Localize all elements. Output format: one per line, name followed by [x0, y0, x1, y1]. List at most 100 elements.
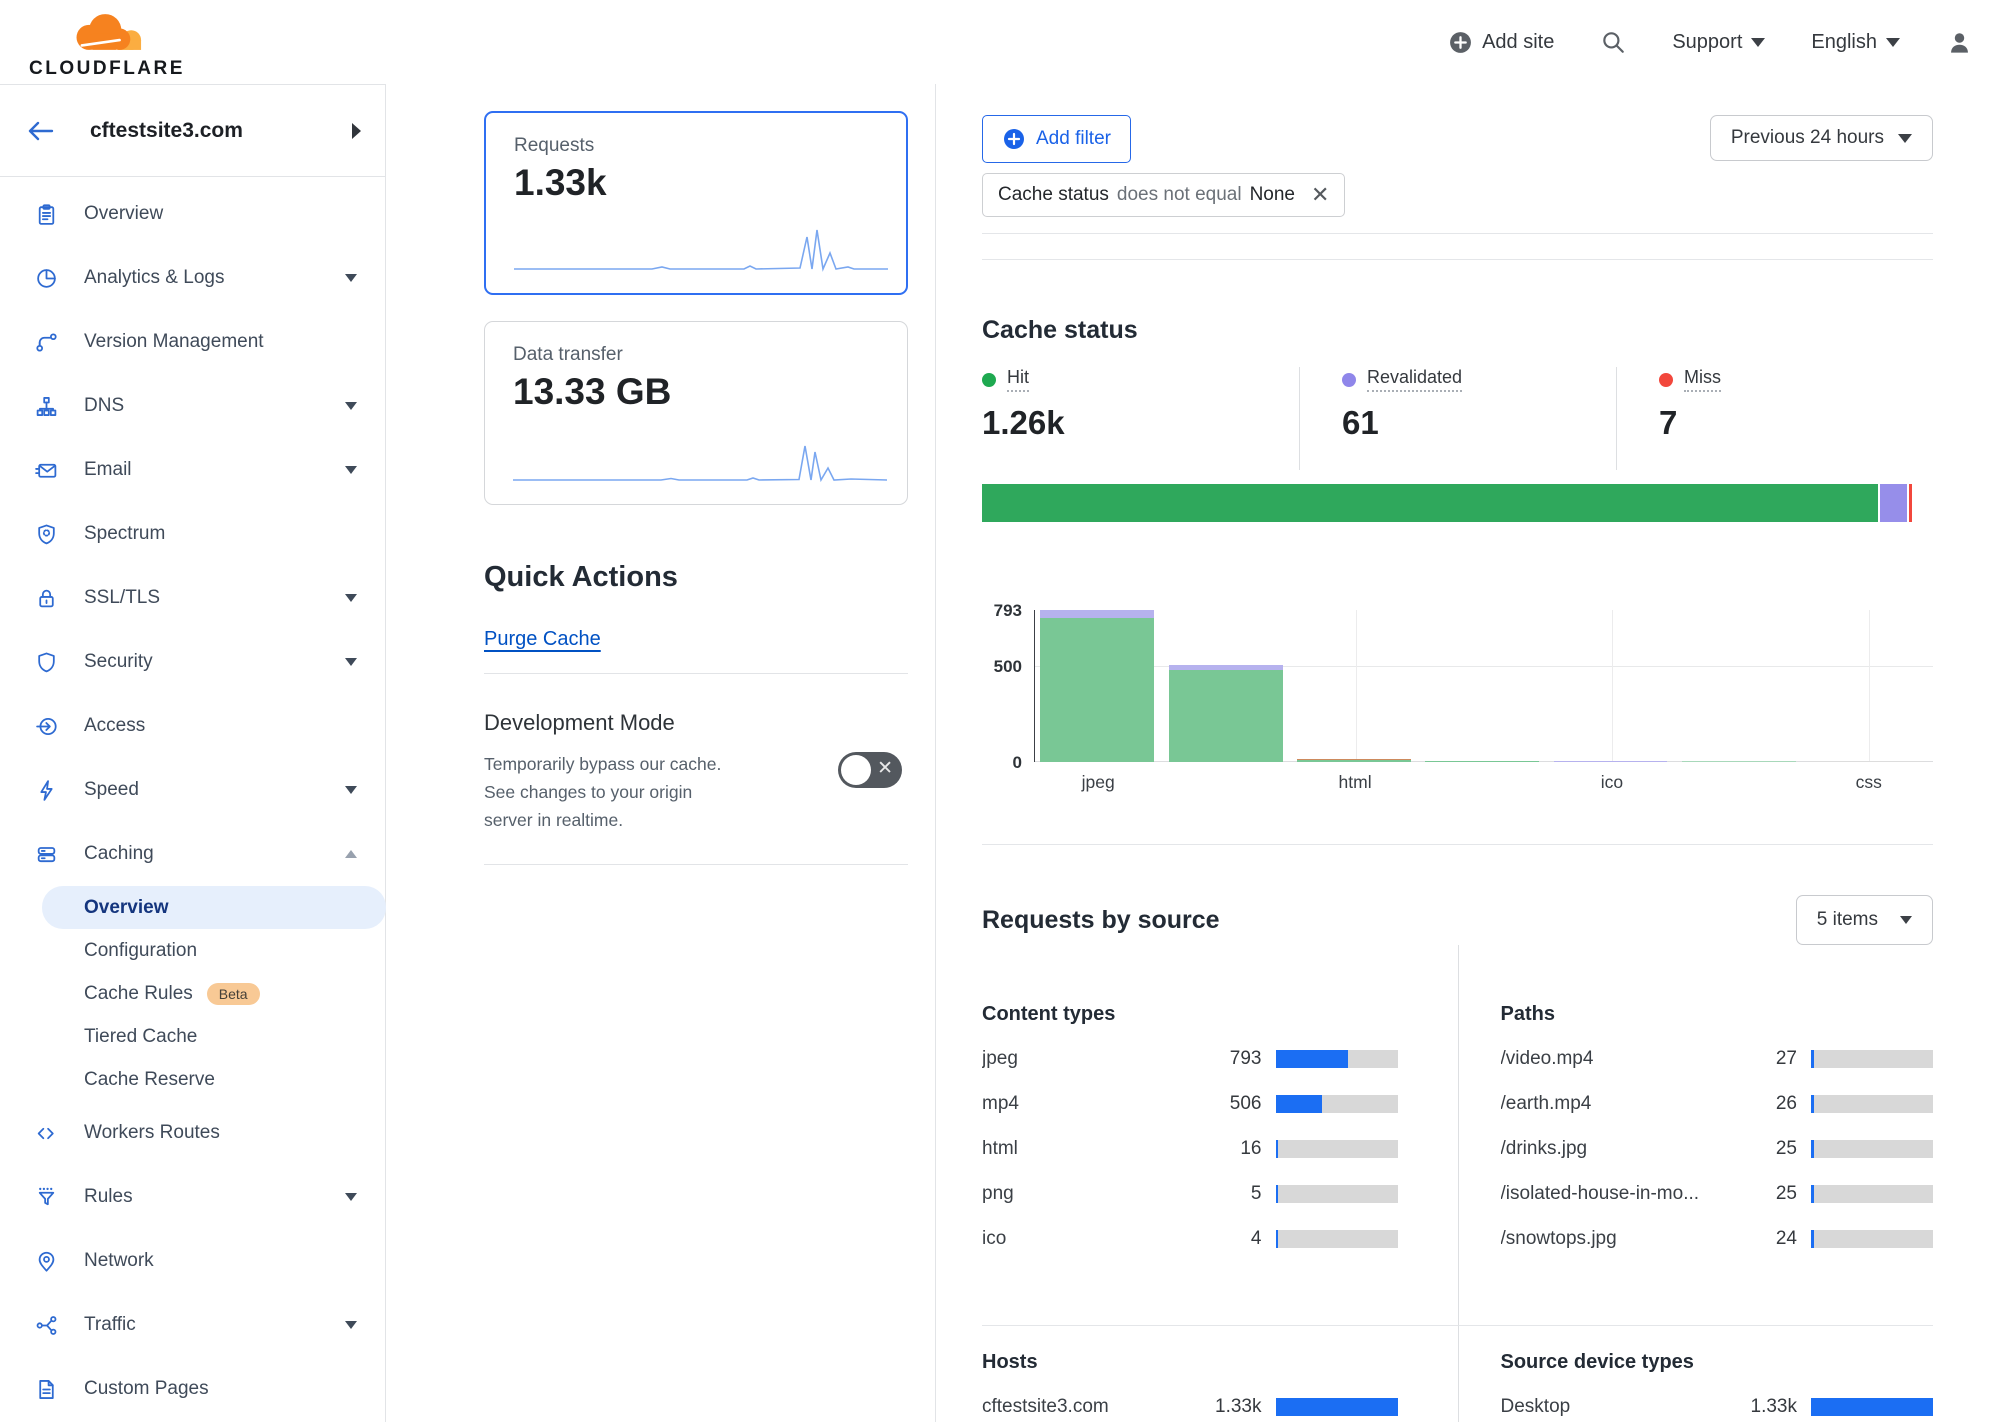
table-row[interactable]: /video.mp427	[1501, 1036, 1934, 1081]
sidebar-item-label: DNS	[84, 395, 124, 417]
row-bar-track	[1811, 1230, 1933, 1248]
beta-badge: Beta	[207, 983, 260, 1005]
row-bar-fill	[1811, 1095, 1814, 1113]
sidebar-item-traffic[interactable]: Traffic	[0, 1293, 385, 1357]
chart-bar[interactable]	[1169, 665, 1283, 762]
table-row[interactable]: /isolated-house-in-mo...25	[1501, 1171, 1934, 1216]
chart-bar[interactable]	[1297, 759, 1411, 762]
user-icon[interactable]	[1946, 29, 1973, 56]
bar-segment	[1169, 670, 1283, 762]
sidebar-item-ssl-tls[interactable]: SSL/TLS	[0, 566, 385, 630]
cloudflare-logo[interactable]: CLOUDFLARE	[22, 6, 192, 80]
chart-x-labels: jpeghtmlicocss	[1034, 772, 1933, 796]
add-filter-button[interactable]: Add filter	[982, 115, 1131, 163]
sidebar-subitem-cache-reserve[interactable]: Cache Reserve	[0, 1058, 385, 1101]
sidebar-subitem-overview[interactable]: Overview	[42, 886, 386, 929]
table-row[interactable]: Desktop1.33k	[1501, 1384, 1934, 1422]
filter-bar: Add filter Cache status does not equal N…	[982, 115, 1933, 234]
stat-label[interactable]: Hit	[1007, 367, 1029, 392]
support-label: Support	[1672, 31, 1742, 54]
sidebar-subitem-label: Configuration	[84, 940, 197, 962]
back-arrow-icon[interactable]	[26, 119, 54, 143]
development-mode-toggle[interactable]: ✕	[838, 752, 902, 788]
chart-bar[interactable]	[1040, 610, 1154, 762]
row-bar-track	[1276, 1050, 1398, 1068]
row-value: 24	[1745, 1228, 1797, 1250]
row-bar-fill	[1811, 1185, 1814, 1203]
sidebar-item-access[interactable]: Access	[0, 694, 385, 758]
sidebar-subitem-label: Tiered Cache	[84, 1026, 197, 1048]
row-bar-track	[1811, 1140, 1933, 1158]
support-menu[interactable]: Support	[1672, 31, 1765, 54]
sidebar-item-dns[interactable]: DNS	[0, 374, 385, 438]
gridline-vertical	[1356, 610, 1357, 762]
filter-value: None	[1250, 184, 1295, 206]
stat-label[interactable]: Revalidated	[1367, 367, 1462, 392]
stat-label[interactable]: Miss	[1684, 367, 1721, 392]
row-value: 25	[1745, 1138, 1797, 1160]
y-tick-label: 793	[982, 601, 1022, 621]
table-row[interactable]: /snowtops.jpg24	[1501, 1216, 1934, 1261]
row-label: png	[982, 1183, 1210, 1205]
table-row[interactable]: /earth.mp426	[1501, 1081, 1934, 1126]
stat-value: 7	[1659, 404, 1933, 442]
sidebar-subitem-tiered-cache[interactable]: Tiered Cache	[0, 1015, 385, 1058]
sidebar-item-version-management[interactable]: Version Management	[0, 310, 385, 374]
chart-bar[interactable]	[1554, 761, 1668, 763]
row-bar-track	[1811, 1095, 1933, 1113]
sidebar-item-spectrum[interactable]: Spectrum	[0, 502, 385, 566]
sidebar-item-overview[interactable]: Overview	[0, 182, 385, 246]
sidebar-item-analytics-logs[interactable]: Analytics & Logs	[0, 246, 385, 310]
table-row[interactable]: png5	[982, 1171, 1398, 1216]
purge-cache-link[interactable]: Purge Cache	[484, 628, 601, 651]
items-count-select[interactable]: 5 items	[1796, 895, 1933, 945]
chart-bar[interactable]	[1682, 761, 1796, 763]
row-value: 1.33k	[1210, 1396, 1262, 1418]
add-site-button[interactable]: Add site	[1448, 30, 1554, 55]
remove-filter-icon[interactable]: ✕	[1311, 182, 1329, 208]
sidebar-subitem-configuration[interactable]: Configuration	[0, 929, 385, 972]
chart-bar[interactable]	[1810, 761, 1924, 763]
table-row[interactable]: /drinks.jpg25	[1501, 1126, 1934, 1171]
code-icon	[33, 1122, 59, 1145]
sidebar-item-security[interactable]: Security	[0, 630, 385, 694]
sidebar-item-caching[interactable]: Caching	[0, 822, 385, 886]
spectrum-icon	[33, 523, 59, 546]
row-value: 4	[1210, 1228, 1262, 1250]
requests-by-source-section: Requests by source 5 items Content types…	[982, 845, 1933, 1422]
sidebar-item-speed[interactable]: Speed	[0, 758, 385, 822]
sidebar-subitem-cache-rules[interactable]: Cache RulesBeta	[0, 972, 385, 1015]
table-row[interactable]: jpeg793	[982, 1036, 1398, 1081]
sidebar-item-network[interactable]: Network	[0, 1229, 385, 1293]
chart-bar[interactable]	[1425, 761, 1539, 763]
sidebar-nav: OverviewAnalytics & LogsVersion Manageme…	[0, 177, 385, 1421]
chevron-down-icon	[1751, 38, 1765, 47]
sidebar-item-label: Caching	[84, 843, 154, 865]
requests-label: Requests	[514, 135, 878, 157]
sidebar-item-custom-pages[interactable]: Custom Pages	[0, 1357, 385, 1421]
requests-metric-card[interactable]: Requests 1.33k	[484, 111, 908, 295]
requests-sparkline	[512, 223, 892, 275]
filter-chip[interactable]: Cache status does not equal None ✕	[982, 173, 1345, 217]
site-selector[interactable]: cftestsite3.com	[0, 85, 385, 177]
language-menu[interactable]: English	[1811, 31, 1900, 54]
sidebar-item-rules[interactable]: Rules	[0, 1165, 385, 1229]
pin-icon	[33, 1250, 59, 1273]
time-range-select[interactable]: Previous 24 hours	[1710, 115, 1933, 161]
add-site-label: Add site	[1482, 31, 1554, 54]
table-row[interactable]: cftestsite3.com1.33k	[982, 1384, 1398, 1422]
stat-miss: Miss 7	[1616, 367, 1933, 470]
chevron-right-icon[interactable]	[352, 123, 361, 139]
row-bar-fill	[1276, 1398, 1398, 1416]
search-icon[interactable]	[1600, 29, 1626, 55]
clipboard-icon	[33, 203, 59, 226]
table-row[interactable]: html16	[982, 1126, 1398, 1171]
sidebar-item-workers-routes[interactable]: Workers Routes	[0, 1101, 385, 1165]
table-row[interactable]: ico4	[982, 1216, 1398, 1261]
data-transfer-metric-card[interactable]: Data transfer 13.33 GB	[484, 321, 908, 505]
row-label: mp4	[982, 1093, 1210, 1115]
table-row[interactable]: mp4506	[982, 1081, 1398, 1126]
row-bar-fill	[1276, 1140, 1279, 1158]
top-bar: CLOUDFLARE Add site Support English	[0, 0, 1999, 84]
sidebar-item-email[interactable]: Email	[0, 438, 385, 502]
